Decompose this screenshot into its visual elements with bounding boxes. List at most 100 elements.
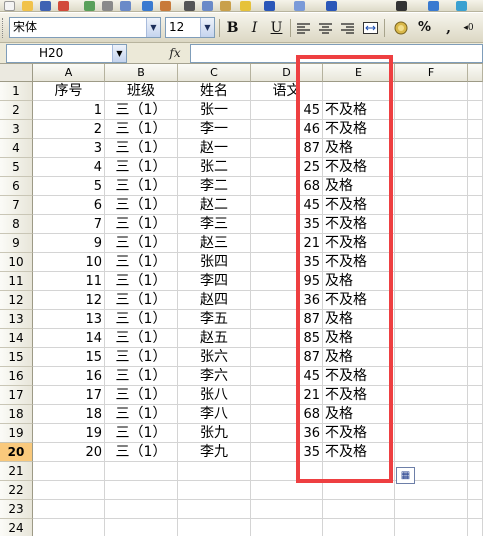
cell-a[interactable]: 1 (33, 101, 105, 120)
cell-b[interactable]: 三（1） (105, 177, 178, 196)
chevron-down-icon[interactable]: ▼ (146, 18, 160, 37)
cell-b[interactable]: 三（1） (105, 424, 178, 443)
insert-function-button[interactable]: fx (160, 44, 190, 63)
cell-b[interactable]: 三（1） (105, 234, 178, 253)
cell-d[interactable]: 36 (251, 424, 323, 443)
cell-a[interactable]: 10 (33, 253, 105, 272)
cell-a[interactable]: 14 (33, 329, 105, 348)
cell-g[interactable] (468, 481, 483, 500)
cell-a[interactable]: 16 (33, 367, 105, 386)
cell-d[interactable]: 21 (251, 386, 323, 405)
cell-f[interactable] (395, 367, 468, 386)
row-header[interactable]: 9 (0, 234, 33, 253)
cell-b[interactable] (105, 519, 178, 536)
cell-d[interactable] (251, 500, 323, 519)
cell-b[interactable] (105, 462, 178, 481)
cell-e[interactable]: 不及格 (323, 101, 395, 120)
underline-button[interactable]: U (266, 18, 287, 38)
cell-a[interactable]: 6 (33, 196, 105, 215)
cell-e[interactable]: 及格 (323, 310, 395, 329)
cell-e[interactable]: 不及格 (323, 253, 395, 272)
cell-g[interactable] (468, 424, 483, 443)
column-header-e[interactable]: E (323, 64, 395, 82)
align-right-button[interactable] (337, 18, 358, 38)
cell-g[interactable] (468, 462, 483, 481)
cell-f[interactable] (395, 443, 468, 462)
cell-a[interactable]: 序号 (33, 82, 105, 101)
select-all-corner[interactable] (0, 64, 33, 82)
cell-c[interactable]: 张六 (178, 348, 251, 367)
cell-a[interactable]: 15 (33, 348, 105, 367)
cell-f[interactable] (395, 405, 468, 424)
cell-a[interactable]: 17 (33, 386, 105, 405)
cell-f[interactable] (395, 253, 468, 272)
cell-a[interactable]: 20 (33, 443, 105, 462)
cell-f[interactable] (395, 500, 468, 519)
cell-c[interactable]: 李四 (178, 272, 251, 291)
auto-fill-options-button[interactable]: ▦ (396, 467, 415, 484)
cell-e[interactable]: 及格 (323, 405, 395, 424)
column-header-c[interactable]: C (178, 64, 251, 82)
cell-e[interactable]: 不及格 (323, 367, 395, 386)
cell-g[interactable] (468, 519, 483, 536)
chart-wizard-icon[interactable] (456, 1, 467, 11)
cell-f[interactable] (395, 215, 468, 234)
cell-d[interactable]: 36 (251, 291, 323, 310)
cell-c[interactable] (178, 519, 251, 536)
copy-icon[interactable] (202, 1, 213, 11)
cell-g[interactable] (468, 405, 483, 424)
cell-e[interactable]: 不及格 (323, 234, 395, 253)
cell-g[interactable] (468, 443, 483, 462)
increase-decimal-button[interactable]: ◂0 (458, 18, 479, 38)
research-icon[interactable] (160, 1, 171, 11)
new-icon[interactable] (4, 1, 15, 11)
cell-b[interactable]: 三（1） (105, 367, 178, 386)
cell-c[interactable]: 李六 (178, 367, 251, 386)
row-header[interactable]: 3 (0, 120, 33, 139)
column-header-g[interactable] (468, 64, 483, 82)
cell-d[interactable]: 21 (251, 234, 323, 253)
cell-d[interactable]: 25 (251, 158, 323, 177)
email-icon[interactable] (84, 1, 95, 11)
row-header[interactable]: 6 (0, 177, 33, 196)
font-size-select[interactable]: 12 ▼ (165, 17, 215, 38)
cell-c[interactable]: 李九 (178, 443, 251, 462)
cell-c[interactable] (178, 500, 251, 519)
row-header[interactable]: 4 (0, 139, 33, 158)
italic-button[interactable]: I (244, 18, 265, 38)
preview-icon[interactable] (120, 1, 131, 11)
cell-e[interactable]: 及格 (323, 139, 395, 158)
cell-c[interactable]: 张八 (178, 386, 251, 405)
cell-g[interactable] (468, 367, 483, 386)
align-left-button[interactable] (293, 18, 314, 38)
cell-g[interactable] (468, 310, 483, 329)
cell-b[interactable]: 班级 (105, 82, 178, 101)
cell-c[interactable]: 张四 (178, 253, 251, 272)
cell-e[interactable] (323, 462, 395, 481)
hyperlink-icon[interactable] (326, 1, 337, 11)
cell-f[interactable] (395, 310, 468, 329)
cell-f[interactable] (395, 177, 468, 196)
cell-a[interactable]: 5 (33, 177, 105, 196)
row-header[interactable]: 12 (0, 291, 33, 310)
cell-c[interactable]: 赵四 (178, 291, 251, 310)
sort-icon[interactable] (428, 1, 439, 11)
cell-f[interactable] (395, 519, 468, 536)
cell-a[interactable]: 12 (33, 291, 105, 310)
row-header[interactable]: 22 (0, 481, 33, 500)
cell-c[interactable]: 李一 (178, 120, 251, 139)
cell-e[interactable]: 及格 (323, 177, 395, 196)
cell-c[interactable]: 张一 (178, 101, 251, 120)
row-header[interactable]: 7 (0, 196, 33, 215)
cell-c[interactable] (178, 481, 251, 500)
spelling-icon[interactable] (142, 1, 153, 11)
cell-d[interactable]: 45 (251, 101, 323, 120)
cell-f[interactable] (395, 101, 468, 120)
cell-c[interactable] (178, 462, 251, 481)
cell-f[interactable] (395, 196, 468, 215)
row-header[interactable]: 21 (0, 462, 33, 481)
row-header[interactable]: 16 (0, 367, 33, 386)
cell-a[interactable]: 18 (33, 405, 105, 424)
cell-e[interactable]: 及格 (323, 272, 395, 291)
cell-d[interactable]: 45 (251, 367, 323, 386)
